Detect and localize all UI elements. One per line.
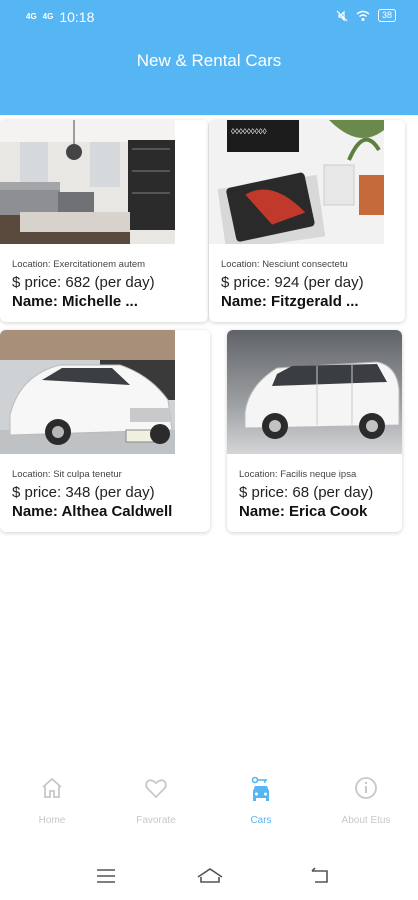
network-indicator-2: 4G [42, 12, 54, 21]
car-price: $ price: 68 (per day) [239, 484, 374, 501]
car-name: Name: Michelle ... [12, 293, 138, 310]
nav-about-label: About Etus [341, 815, 391, 826]
car-price: $ price: 924 (per day) [221, 274, 364, 291]
car-card[interactable]: Location: Facilis neque ipsa $ price: 68… [227, 330, 402, 532]
svg-text:◊◊◊◊◊◊◊◊◊: ◊◊◊◊◊◊◊◊◊ [231, 127, 267, 136]
car-icon [251, 776, 269, 801]
car-image [0, 120, 175, 244]
menu-icon[interactable] [95, 865, 117, 887]
mute-icon [336, 10, 348, 21]
nav-favorate[interactable]: Favorate [106, 765, 206, 835]
wifi-icon [356, 10, 370, 21]
heart-icon [145, 779, 167, 799]
info-icon [355, 777, 377, 799]
car-name: Name: Fitzgerald ... [221, 293, 359, 310]
car-image: ◊◊◊◊◊◊◊◊◊ [209, 120, 384, 244]
car-card[interactable]: ◊◊◊◊◊◊◊◊◊ Location: Nesciunt consectetu … [209, 120, 405, 322]
nav-cars-label: Cars [250, 815, 272, 826]
car-name: Name: Althea Caldwell [12, 503, 173, 520]
car-image [227, 330, 402, 454]
car-price: $ price: 348 (per day) [12, 484, 155, 501]
network-indicator-1: 4G [26, 12, 37, 21]
car-location: Location: Nesciunt consectetu [221, 259, 348, 270]
home-button-icon[interactable] [196, 865, 224, 887]
bottom-nav: Home Favorate Cars About Etus [0, 765, 418, 835]
car-image [0, 330, 175, 454]
nav-favorate-label: Favorate [136, 815, 176, 826]
car-name: Name: Erica Cook [239, 503, 368, 520]
status-bar: 4G 4G 10:18 38 [0, 0, 418, 34]
status-time: 10:18 [59, 9, 95, 25]
back-icon[interactable] [309, 865, 331, 887]
car-card[interactable]: Location: Exercitationem autem $ price: … [0, 120, 208, 322]
car-location: Location: Facilis neque ipsa [239, 469, 357, 480]
page-title: New & Rental Cars [136, 51, 282, 70]
nav-cars[interactable]: Cars [211, 765, 311, 835]
nav-home[interactable]: Home [2, 765, 102, 835]
car-card[interactable]: Location: Sit culpa tenetur $ price: 348… [0, 330, 210, 532]
nav-home-label: Home [38, 815, 66, 826]
car-location: Location: Sit culpa tenetur [12, 469, 122, 480]
car-location: Location: Exercitationem autem [12, 259, 146, 270]
home-icon [42, 777, 62, 798]
nav-about[interactable]: About Etus [316, 765, 416, 835]
car-price: $ price: 682 (per day) [12, 274, 155, 291]
battery-indicator: 38 [377, 9, 396, 22]
system-nav-bar [0, 855, 418, 900]
app-header: 4G 4G 10:18 38 New & Rental Cars [0, 0, 418, 115]
